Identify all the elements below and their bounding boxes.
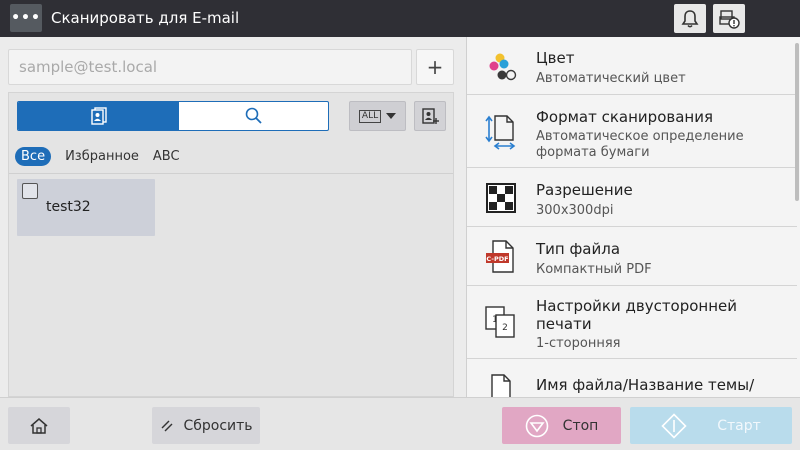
filter-abc[interactable]: ABC	[153, 149, 180, 164]
stop-button[interactable]: Стоп	[502, 407, 621, 444]
filter-favorites[interactable]: Избранное	[65, 149, 139, 164]
setting-scan-size[interactable]: Формат сканирования Автоматическое опред…	[467, 96, 797, 168]
plus-glyph: +	[426, 55, 444, 79]
file-type-badge: C-PDF	[486, 255, 508, 263]
filter-tabs: Все Избранное ABC	[15, 147, 180, 166]
setting-title: Тип файла	[536, 240, 621, 258]
setting-value: Автоматический цвет	[536, 71, 686, 86]
setting-title: Формат сканирования	[536, 108, 713, 126]
setting-value: Компактный PDF	[536, 262, 652, 277]
index-label: ALL	[358, 109, 382, 123]
menu-glyph: •••	[11, 10, 41, 26]
setting-title: Разрешение	[536, 181, 633, 199]
resolution-icon	[481, 178, 521, 218]
setting-resolution[interactable]: Разрешение 300x300dpi	[467, 169, 797, 227]
setting-filename[interactable]: Имя файла/Название темы/Другое	[467, 360, 797, 397]
caret-down-icon	[386, 113, 397, 119]
settings-scrollbar[interactable]	[795, 43, 799, 201]
divider	[9, 173, 453, 174]
tab-address-book[interactable]	[18, 102, 179, 130]
add-contact-button[interactable]	[414, 101, 446, 131]
address-book-area: ALL Все Избранное ABC test32	[8, 92, 454, 397]
settings-panel: Цвет Автоматический цвет Формат сканиров…	[466, 37, 800, 397]
home-button[interactable]	[8, 407, 70, 444]
setting-value: Автоматическое определение формата бумаг…	[536, 129, 744, 160]
setting-file-type[interactable]: C-PDF Тип файла Компактный PDF	[467, 228, 797, 286]
setting-title: Настройки двусторонней печати	[536, 297, 738, 333]
reset-icon	[161, 420, 173, 431]
setting-duplex[interactable]: 1 2 Настройки двусторонней печати 1-стор…	[467, 287, 797, 359]
job-status-button[interactable]	[713, 4, 745, 33]
search-icon	[245, 107, 262, 124]
home-icon	[30, 417, 48, 434]
tab-search[interactable]	[179, 102, 328, 130]
filter-all[interactable]: Все	[15, 147, 52, 166]
scan-size-icon	[481, 111, 521, 151]
setting-title: Цвет	[536, 49, 575, 67]
filename-icon	[481, 369, 521, 397]
stop-icon	[525, 414, 548, 437]
destination-panel: + ALL	[0, 37, 464, 397]
reset-button[interactable]: Сбросить	[152, 407, 260, 444]
start-icon	[661, 412, 687, 439]
duplex-icon: 1 2	[481, 302, 521, 342]
start-button[interactable]: Старт	[630, 407, 792, 444]
notification-button[interactable]	[674, 4, 706, 33]
file-type-icon: C-PDF	[481, 237, 521, 277]
entry-checkbox[interactable]	[22, 183, 38, 199]
page-title: Сканировать для E-mail	[51, 9, 240, 27]
bell-icon	[681, 9, 699, 28]
menu-button[interactable]: •••	[10, 4, 42, 32]
add-contact-icon	[422, 108, 439, 124]
index-dropdown[interactable]: ALL	[349, 101, 406, 131]
bottom-bar: Сбросить Стоп Старт	[0, 397, 800, 450]
stop-label: Стоп	[562, 417, 599, 434]
setting-value: 300x300dpi	[536, 203, 614, 218]
entry-label: test32	[46, 199, 91, 215]
job-status-icon	[719, 9, 740, 29]
setting-color[interactable]: Цвет Автоматический цвет	[467, 37, 797, 95]
setting-title: Имя файла/Название темы/Другое	[536, 376, 755, 397]
address-entry[interactable]: test32	[17, 179, 155, 236]
address-book-tabs	[17, 101, 329, 131]
start-label: Старт	[717, 417, 761, 434]
email-address-input[interactable]	[8, 49, 412, 85]
reset-label: Сбросить	[183, 417, 253, 434]
setting-value: 1-сторонняя	[536, 336, 621, 351]
add-address-button[interactable]: +	[416, 49, 454, 85]
color-icon	[481, 46, 521, 86]
svg-text:2: 2	[502, 323, 508, 333]
addressbook-icon	[90, 107, 107, 125]
top-bar: ••• Сканировать для E-mail	[0, 0, 800, 37]
